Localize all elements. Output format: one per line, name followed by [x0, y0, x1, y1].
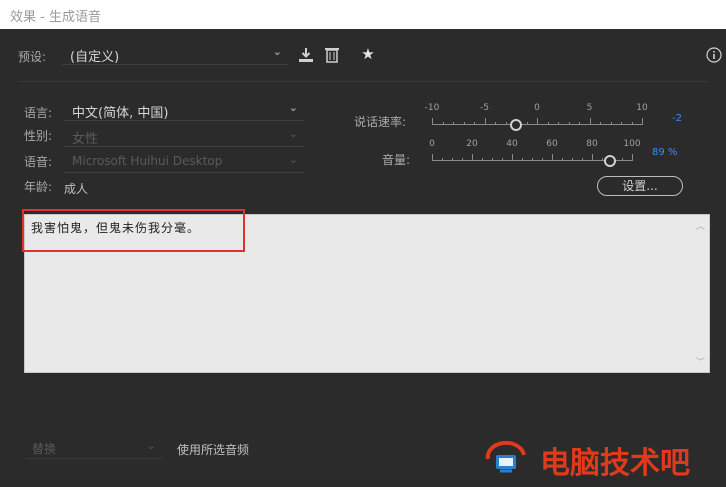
chevron-down-icon: ⌄	[288, 127, 298, 140]
slider-tick-label: 40	[506, 139, 518, 149]
language-dropdown[interactable]: 中文(简体, 中国) ⌄	[64, 101, 304, 121]
voice-value: Microsoft Huihui Desktop	[72, 154, 223, 168]
slider-minor-tick	[582, 158, 583, 161]
gender-label: 性别:	[24, 129, 53, 143]
slider-tick-label: 5	[586, 103, 593, 113]
voice-label: 语音:	[24, 155, 53, 169]
slider-minor-tick	[505, 122, 507, 125]
gender-dropdown[interactable]: 女性 ⌄	[64, 127, 304, 147]
scroll-down-icon[interactable]: ﹀	[696, 355, 705, 368]
slider-minor-tick	[474, 122, 475, 125]
slider-tick-label: -10	[424, 103, 440, 113]
gender-value: 女性	[72, 132, 99, 147]
slider-minor-tick	[452, 158, 453, 161]
slider-minor-tick	[579, 122, 580, 125]
watermark-text: 电脑技术吧	[540, 446, 690, 481]
watermark-logo-icon	[484, 440, 528, 475]
preset-row: 预设: (自定义) ⌄ ★	[0, 29, 726, 79]
slider-minor-tick	[495, 122, 496, 125]
preset-label: 预设:	[18, 50, 47, 64]
slider-minor-tick	[558, 122, 559, 125]
slider-minor-tick	[442, 122, 444, 125]
title-bar: 效果 - 生成语音	[0, 0, 726, 29]
info-icon[interactable]	[706, 47, 722, 66]
rate-label: 说话速率:	[354, 115, 407, 129]
chevron-down-icon: ⌄	[146, 439, 156, 452]
slider-tick-label: -5	[480, 103, 489, 113]
favorite-star-icon[interactable]: ★	[360, 46, 376, 62]
slider-minor-tick	[453, 122, 454, 125]
slider-major-tick	[432, 154, 433, 161]
slider-minor-tick	[442, 158, 443, 161]
slider-tick-label: 80	[586, 139, 598, 149]
slider-tick-label: 100	[623, 139, 641, 149]
slider-minor-tick	[462, 158, 463, 161]
replace-value: 替换	[32, 442, 57, 456]
slider-minor-tick	[631, 122, 633, 125]
slider-minor-tick	[542, 158, 543, 161]
slider-major-tick	[632, 154, 633, 161]
highlight-box	[22, 209, 245, 252]
scroll-up-icon[interactable]: ︿	[696, 219, 705, 232]
slider-minor-tick	[463, 122, 465, 125]
chevron-down-icon: ⌄	[272, 45, 282, 58]
chevron-down-icon: ⌄	[288, 153, 298, 166]
language-label: 语言:	[24, 106, 53, 120]
volume-slider[interactable]: 0 20 40 60 80 100	[429, 139, 641, 167]
slider-major-tick	[432, 118, 433, 125]
slider-tick-label: 10	[636, 103, 648, 113]
slider-tick-label: 20	[466, 139, 478, 149]
slider-tick-label: 0	[429, 139, 435, 149]
slider-major-tick	[592, 154, 593, 161]
rate-value: -2	[672, 113, 682, 124]
slider-major-tick	[537, 118, 538, 125]
slider-minor-tick	[547, 122, 549, 125]
slider-major-tick	[642, 118, 643, 125]
age-label: 年龄:	[24, 180, 53, 194]
voice-dropdown[interactable]: Microsoft Huihui Desktop ⌄	[64, 153, 304, 173]
slider-minor-tick	[482, 158, 483, 161]
slider-minor-tick	[522, 158, 523, 161]
use-selected-audio-label[interactable]: 使用所选音频	[177, 441, 249, 458]
slider-minor-tick	[621, 122, 622, 125]
divider	[18, 81, 708, 82]
slider-major-tick	[589, 118, 591, 125]
slider-minor-tick	[562, 158, 563, 161]
slider-major-tick	[472, 154, 473, 161]
preset-value: (自定义)	[70, 50, 120, 65]
replace-dropdown[interactable]: 替换 ⌄	[26, 439, 162, 459]
language-value: 中文(简体, 中国)	[72, 106, 169, 121]
slider-minor-tick	[600, 122, 601, 125]
rate-slider[interactable]: -10 -5 0 5 10	[425, 103, 648, 131]
slider-tick-label: 60	[546, 139, 558, 149]
slider-thumb[interactable]	[604, 155, 616, 167]
slider-minor-tick	[602, 158, 603, 161]
import-icon[interactable]	[298, 47, 314, 66]
slider-minor-tick	[572, 158, 573, 161]
slider-major-tick	[484, 118, 486, 125]
slider-minor-tick	[502, 158, 503, 161]
volume-label: 音量:	[382, 153, 411, 167]
chevron-down-icon: ⌄	[288, 101, 298, 114]
slider-minor-tick	[532, 158, 533, 161]
delete-icon[interactable]	[325, 47, 339, 66]
slider-thumb[interactable]	[510, 119, 522, 131]
slider-minor-tick	[492, 158, 493, 161]
slider-major-tick	[512, 154, 513, 161]
slider-tick-label: 0	[534, 103, 540, 113]
slider-minor-tick	[568, 122, 570, 125]
preset-dropdown[interactable]: (自定义) ⌄	[62, 45, 288, 65]
slider-major-tick	[552, 154, 553, 161]
slider-minor-tick	[526, 122, 528, 125]
volume-value: 89 %	[652, 147, 678, 158]
window-title: 效果 - 生成语音	[10, 10, 101, 25]
age-value: 成人	[64, 182, 89, 196]
slider-minor-tick	[622, 158, 623, 161]
settings-button[interactable]: 设置...	[597, 176, 683, 196]
slider-minor-tick	[610, 122, 612, 125]
